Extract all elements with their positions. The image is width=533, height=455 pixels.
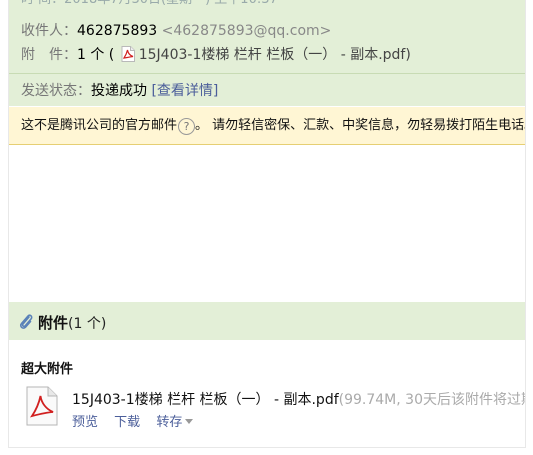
status-row: 发送状态：投递成功 [查看详情]	[21, 82, 218, 100]
save-to-link[interactable]: 转存	[156, 415, 194, 430]
attachment-file-name[interactable]: 15J403-1楼梯 栏杆 栏板（一） - 副本.pdf	[72, 392, 339, 408]
attachment-actions: 预览 下载 转存	[72, 411, 205, 430]
mail-read-frame: 时 间：2018年7月30日(星期一) 上午10:37 收件人：46287589…	[8, 0, 526, 448]
attachment-label: 附 件：	[21, 47, 77, 63]
security-warning: 这不是腾讯公司的官方邮件?。 请勿轻信密保、汇款、中奖信息，勿轻易拨打陌生电话。	[9, 107, 525, 145]
time-line: 时 间：2018年7月30日(星期一) 上午10:37	[21, 0, 278, 9]
warning-text: 这不是腾讯公司的官方邮件?。 请勿轻信密保、汇款、中奖信息，勿轻易拨打陌生电话。	[21, 117, 526, 135]
paperclip-icon	[19, 314, 33, 329]
status-label: 发送状态：	[21, 83, 91, 99]
attachment-file-link[interactable]: 15J403-1楼梯 栏杆 栏板（一） - 副本.pdf)	[139, 47, 411, 63]
warning-text-after: 。 请勿轻信密保、汇款、中奖信息，勿轻易拨打陌生电话。	[195, 118, 526, 133]
recipient-row: 收件人：462875893 <462875893@qq.com>	[21, 22, 331, 40]
attachment-file-meta: (99.74M, 30天后该附件将过期)	[338, 392, 526, 408]
torn-edge-bottom	[0, 448, 533, 455]
help-icon[interactable]: ?	[178, 118, 196, 135]
dropdown-caret-icon	[185, 419, 194, 424]
warning-text-before: 这不是腾讯公司的官方邮件	[21, 118, 178, 133]
attachment-row: 附 件：1 个 ( 15J403-1楼梯 栏杆 栏板（一） - 副本.pdf)	[21, 46, 411, 64]
save-to-label: 转存	[156, 415, 183, 430]
header-divider	[9, 73, 525, 74]
large-attachment-label: 超大附件	[21, 362, 74, 377]
torn-edge-left	[0, 0, 7, 455]
pdf-icon	[121, 46, 135, 62]
attachment-file-row: 15J403-1楼梯 栏杆 栏板（一） - 副本.pdf(99.74M, 30天…	[72, 389, 526, 409]
status-value: 投递成功	[91, 83, 147, 99]
attachments-title: 附件(1 个)	[38, 312, 106, 333]
recipient-label: 收件人：	[21, 23, 77, 39]
attachment-count: 1 个 (	[77, 47, 115, 63]
recipient-name[interactable]: 462875893	[77, 23, 157, 39]
recipient-email: <462875893@qq.com>	[161, 23, 332, 39]
mail-header: 时 间：2018年7月30日(星期一) 上午10:37 收件人：46287589…	[9, 0, 525, 106]
attachments-header: 附件(1 个)	[9, 302, 525, 340]
attachments-title-text: 附件	[38, 314, 69, 332]
mail-body	[9, 145, 525, 302]
attachments-count: (1 个)	[68, 316, 107, 332]
preview-link[interactable]: 预览	[72, 415, 98, 430]
pdf-icon[interactable]	[26, 386, 58, 426]
status-details-link[interactable]: [查看详情]	[151, 83, 218, 99]
download-link[interactable]: 下载	[114, 415, 140, 430]
